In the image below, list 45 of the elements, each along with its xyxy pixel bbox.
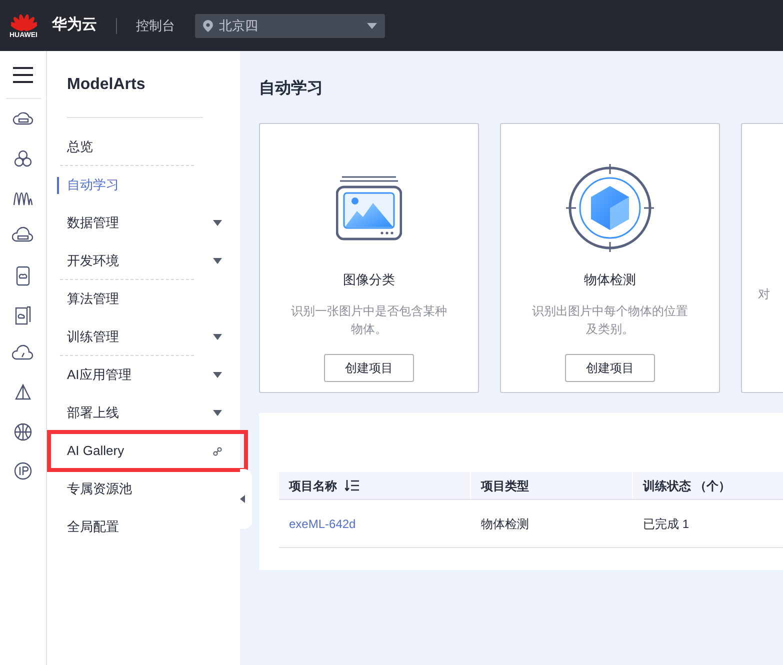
target-cube-icon — [566, 164, 654, 252]
nav-item[interactable]: 算法管理 — [57, 280, 230, 318]
link-icon — [213, 446, 222, 456]
menu-icon[interactable] — [13, 67, 33, 83]
nav-item[interactable]: 部署上线 — [57, 394, 230, 432]
region-dropdown[interactable]: 北京四 — [195, 14, 385, 38]
caret-icon — [213, 220, 222, 226]
column-header: 训练状态 （个） — [633, 472, 783, 499]
card-title: 图像分类 — [343, 271, 395, 289]
nav-item[interactable]: 全局配置 — [57, 508, 230, 546]
flower-logo-icon — [10, 12, 36, 32]
card-description: 识别一张图片中是否包含某种物体。 — [291, 302, 447, 338]
create-project-button[interactable]: 创建项目 — [324, 354, 414, 382]
brand-name: 华为云 — [52, 15, 97, 36]
sort-icon[interactable] — [345, 480, 359, 491]
nav-item[interactable]: 训练管理 — [57, 318, 230, 356]
caret-icon — [213, 334, 222, 340]
caret-icon — [213, 258, 222, 264]
caret-icon — [367, 22, 377, 28]
panel-title: ModelArts — [67, 75, 146, 95]
table-cell-text: 物体检测 — [480, 516, 530, 532]
nav-item[interactable]: AI应用管理 — [57, 356, 230, 394]
caret-icon — [213, 372, 222, 378]
nav-item[interactable]: 自动学习 — [57, 166, 230, 204]
location-pin-icon — [203, 20, 213, 32]
nav-item[interactable]: 专属资源池 — [57, 470, 230, 508]
card-description: 识别出图片中每个物体的位置及类别。 — [532, 302, 688, 338]
console-link[interactable]: 控制台 — [136, 16, 175, 36]
caret-icon — [213, 410, 222, 416]
ip-icon[interactable] — [12, 460, 34, 482]
card-description: 对 — [758, 286, 770, 303]
nav-item[interactable]: 数据管理 — [57, 204, 230, 242]
nav-item[interactable]: 开发环境 — [57, 242, 230, 280]
card-title: 物体检测 — [584, 271, 636, 289]
nav-item[interactable]: 总览 — [57, 128, 230, 166]
column-header: 项目类型 — [471, 472, 633, 499]
page-title: 自动学习 — [259, 78, 324, 99]
globe-icon[interactable] — [12, 421, 34, 443]
picture-frame-icon — [336, 175, 402, 241]
column-header: 项目名称 — [279, 472, 471, 499]
table-cell-text: 已完成 1 — [642, 516, 690, 532]
collapse-handle[interactable] — [240, 469, 252, 529]
create-project-button[interactable]: 创建项目 — [565, 354, 655, 382]
nav-item[interactable]: AI Gallery — [49, 432, 246, 470]
project-link[interactable]: exeML-642d — [279, 514, 471, 532]
